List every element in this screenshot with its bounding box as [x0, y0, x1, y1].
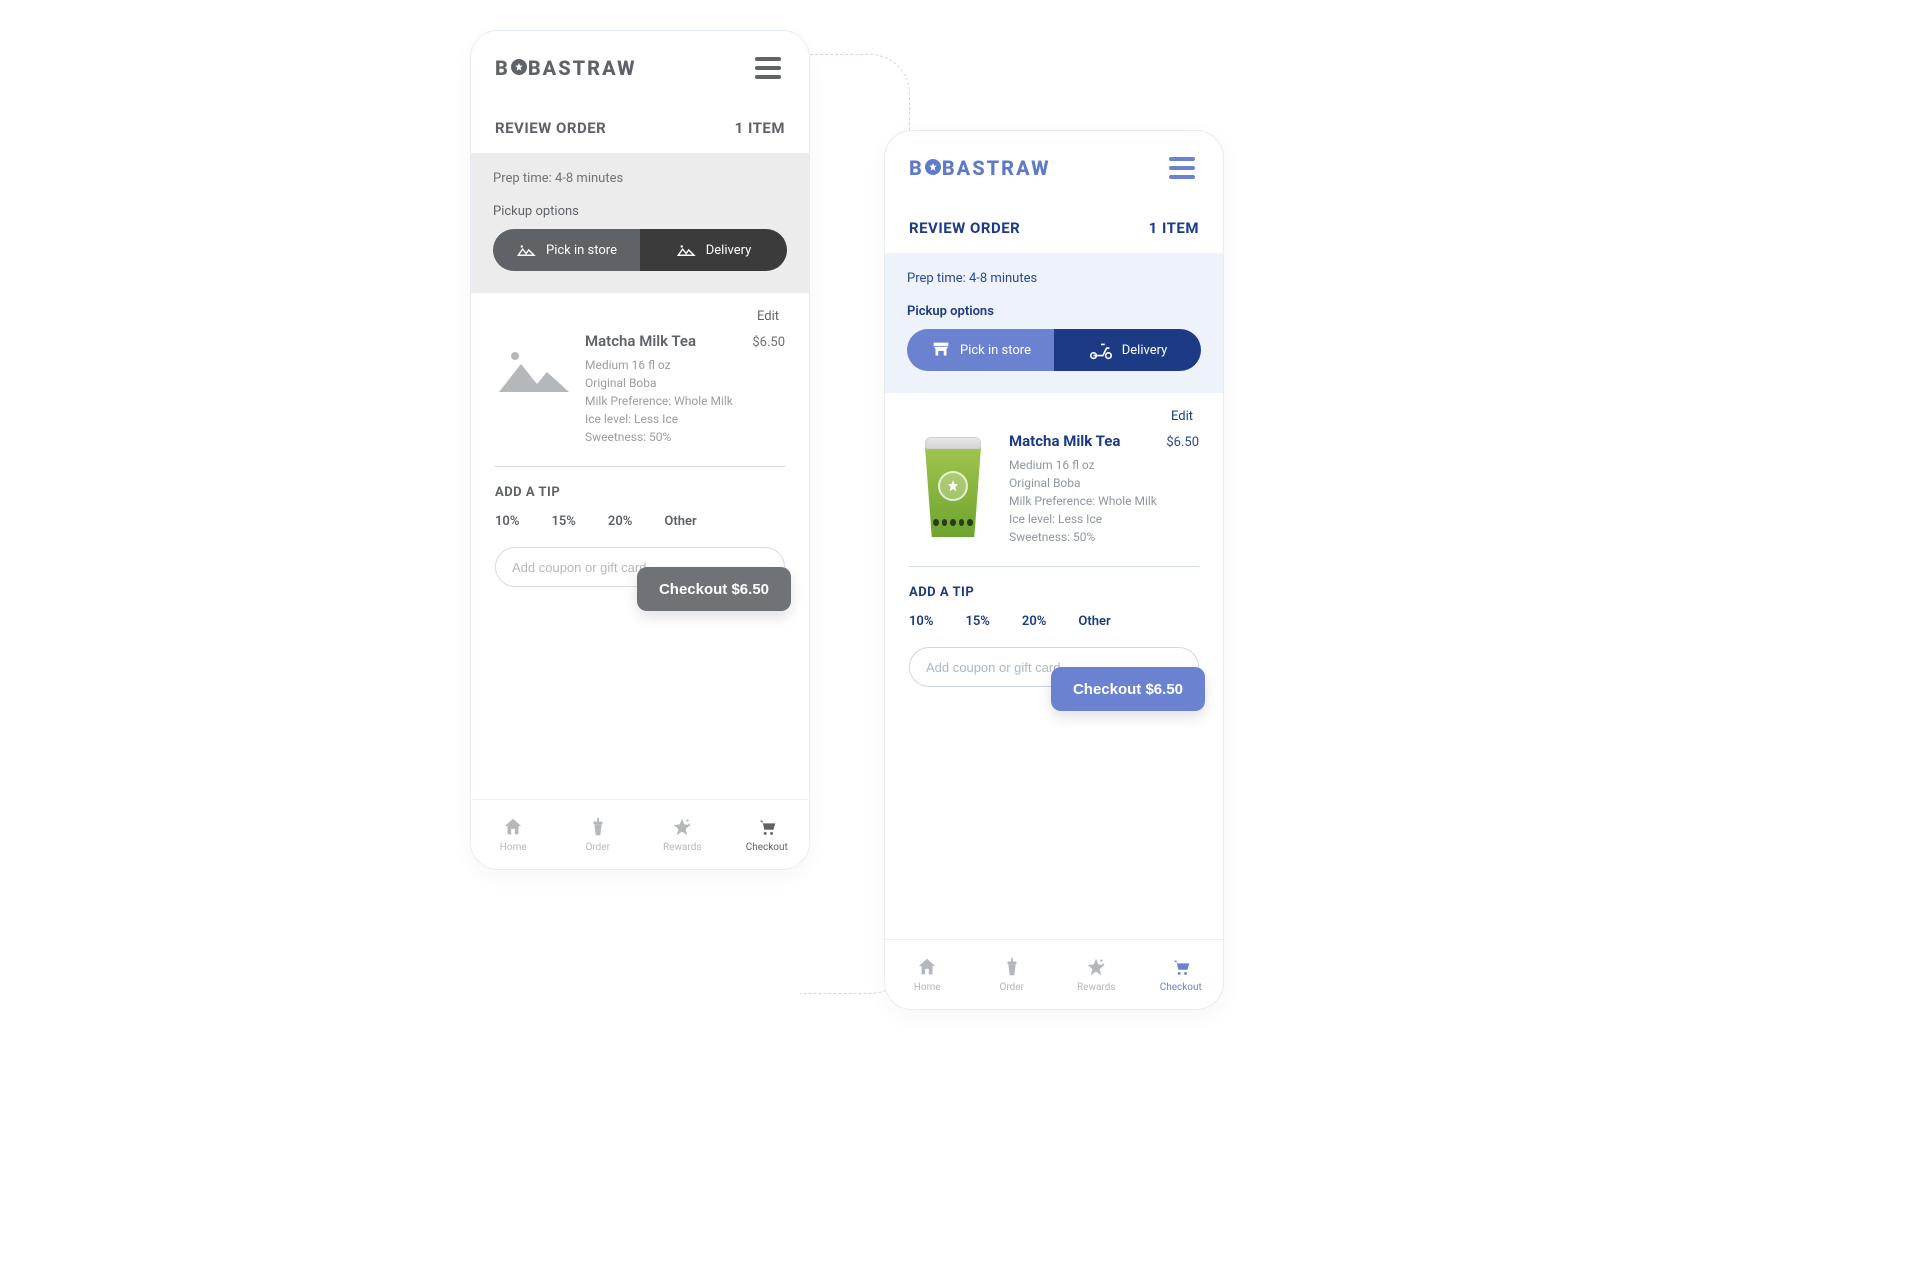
star-icon [511, 59, 527, 75]
pickup-segmented-control: Pick in store Delivery [907, 329, 1201, 371]
checkout-button[interactable]: Checkout $6.50 [1051, 667, 1205, 711]
pickup-in-store-button[interactable]: Pick in store [907, 329, 1054, 371]
item-image [909, 432, 997, 542]
pickup-options-label: Pickup options [493, 204, 787, 219]
menu-button[interactable] [1165, 153, 1199, 183]
cup-icon [587, 816, 609, 838]
cart-icon [1170, 956, 1192, 978]
pickup-in-store-label: Pick in store [546, 243, 617, 258]
item-name: Matcha Milk Tea [585, 332, 696, 350]
tab-bar: Home Order Rewards Checkout [885, 939, 1223, 1009]
item-price: $6.50 [1166, 435, 1199, 450]
tip-option-10[interactable]: 10% [495, 514, 519, 529]
item-count: 1 ITEM [735, 119, 785, 137]
tip-option-15[interactable]: 15% [551, 514, 575, 529]
tip-option-other[interactable]: Other [1078, 614, 1110, 629]
pickup-panel: Prep time: 4-8 minutes Pickup options Pi… [885, 253, 1223, 393]
tab-rewards[interactable]: Rewards [1054, 940, 1139, 1009]
brand-logo: B BASTRAW [909, 156, 1051, 180]
star-icon [925, 159, 941, 175]
pickup-in-store-label: Pick in store [960, 343, 1031, 358]
tab-order[interactable]: Order [556, 800, 641, 869]
cup-badge-star-icon [938, 471, 968, 501]
image-placeholder-icon [516, 243, 538, 257]
tab-order[interactable]: Order [970, 940, 1055, 1009]
scooter-icon [1088, 340, 1114, 360]
item-attributes: Medium 16 fl oz Original Boba Milk Prefe… [1009, 456, 1199, 546]
item-price: $6.50 [752, 335, 785, 350]
phone-mock-wireframe: B BASTRAW REVIEW ORDER 1 ITEM Prep time:… [470, 30, 810, 870]
tip-option-20[interactable]: 20% [1022, 614, 1046, 629]
image-placeholder-icon [676, 243, 698, 257]
brand-logo: B BASTRAW [495, 56, 637, 80]
tab-home[interactable]: Home [885, 940, 970, 1009]
tip-option-10[interactable]: 10% [909, 614, 933, 629]
pickup-delivery-button[interactable]: Delivery [640, 229, 787, 271]
item-count: 1 ITEM [1149, 219, 1199, 237]
star-icon [671, 816, 693, 838]
pickup-in-store-button[interactable]: Pick in store [493, 229, 640, 271]
pickup-delivery-label: Delivery [706, 243, 752, 258]
page-title: REVIEW ORDER [495, 119, 606, 137]
edit-item-link[interactable]: Edit [495, 307, 785, 332]
pickup-delivery-button[interactable]: Delivery [1054, 329, 1201, 371]
phone-mock-hifi: B BASTRAW REVIEW ORDER 1 ITEM Prep time:… [884, 130, 1224, 1010]
tab-checkout[interactable]: Checkout [725, 800, 810, 869]
item-name: Matcha Milk Tea [1009, 432, 1120, 450]
pickup-options-label: Pickup options [907, 304, 1201, 319]
pickup-delivery-label: Delivery [1122, 343, 1168, 358]
edit-item-link[interactable]: Edit [909, 407, 1199, 432]
tip-option-20[interactable]: 20% [608, 514, 632, 529]
page-title: REVIEW ORDER [909, 219, 1020, 237]
tab-home[interactable]: Home [471, 800, 556, 869]
tab-checkout[interactable]: Checkout [1139, 940, 1224, 1009]
tip-title: ADD A TIP [909, 585, 1199, 600]
tab-rewards[interactable]: Rewards [640, 800, 725, 869]
store-icon [930, 339, 952, 361]
prep-time: Prep time: 4-8 minutes [493, 171, 787, 186]
tip-title: ADD A TIP [495, 485, 785, 500]
star-icon [1085, 956, 1107, 978]
tip-option-other[interactable]: Other [664, 514, 696, 529]
pickup-panel: Prep time: 4-8 minutes Pickup options Pi… [471, 153, 809, 293]
home-icon [916, 956, 938, 978]
cup-icon [1001, 956, 1023, 978]
menu-button[interactable] [751, 53, 785, 83]
tab-bar: Home Order Rewards Checkout [471, 799, 809, 869]
item-image-placeholder [495, 332, 573, 396]
item-attributes: Medium 16 fl oz Original Boba Milk Prefe… [585, 356, 785, 446]
pickup-segmented-control: Pick in store Delivery [493, 229, 787, 271]
tip-option-15[interactable]: 15% [965, 614, 989, 629]
checkout-button[interactable]: Checkout $6.50 [637, 567, 791, 611]
home-icon [502, 816, 524, 838]
prep-time: Prep time: 4-8 minutes [907, 271, 1201, 286]
cart-icon [756, 816, 778, 838]
